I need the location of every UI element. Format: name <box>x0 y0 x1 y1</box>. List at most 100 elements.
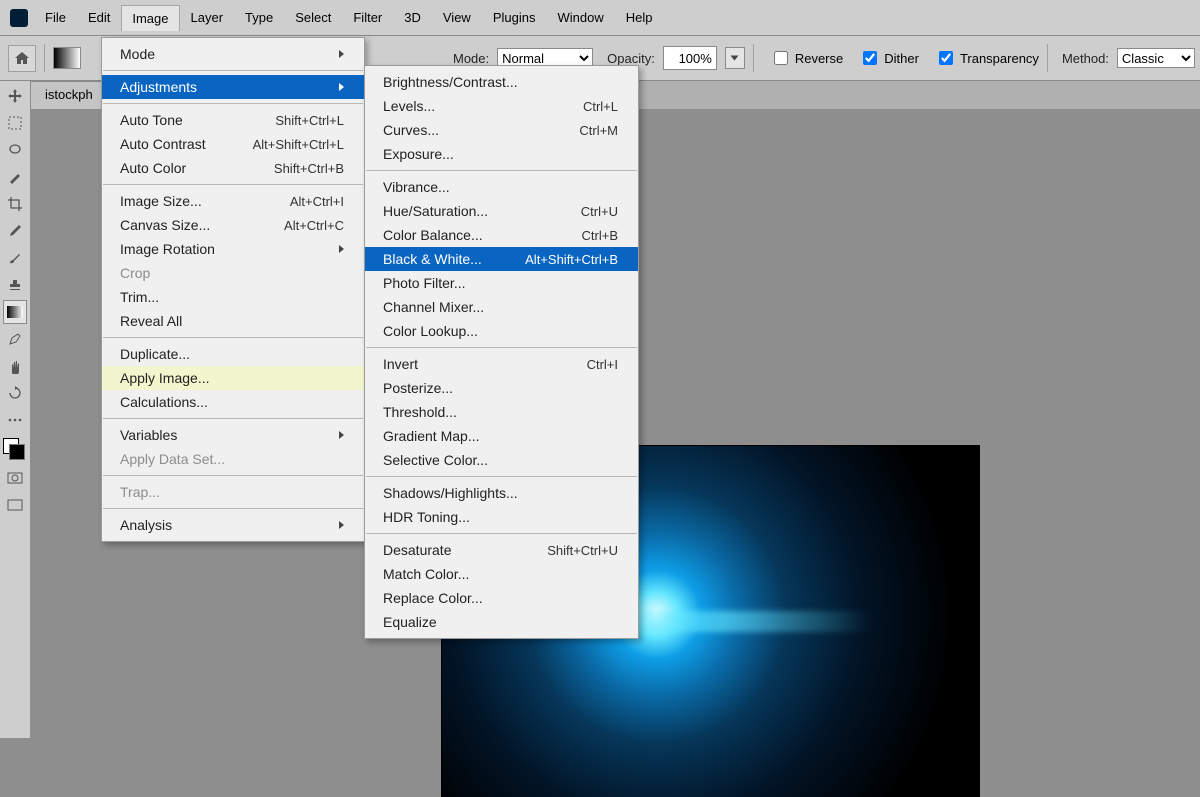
lasso-icon <box>7 142 23 158</box>
menu-image[interactable]: Image <box>121 5 179 31</box>
menuitem-auto-tone[interactable]: Auto ToneShift+Ctrl+L <box>102 108 364 132</box>
menuitem-adjustments[interactable]: Adjustments <box>102 75 364 99</box>
tool-hand[interactable] <box>3 354 27 378</box>
ellipsis-icon <box>7 416 23 424</box>
tool-move[interactable] <box>3 84 27 108</box>
tool-lasso[interactable] <box>3 138 27 162</box>
tool-wand[interactable] <box>3 165 27 189</box>
menuitem-gradient-map[interactable]: Gradient Map... <box>365 424 638 448</box>
tools-panel <box>0 81 31 738</box>
brush-icon <box>7 250 23 266</box>
menuitem-replace-color[interactable]: Replace Color... <box>365 586 638 610</box>
menuitem-exposure[interactable]: Exposure... <box>365 142 638 166</box>
reverse-checkbox[interactable]: Reverse <box>770 48 843 68</box>
submenu-arrow-icon <box>339 50 344 58</box>
home-button[interactable] <box>8 45 36 72</box>
tool-stamp[interactable] <box>3 273 27 297</box>
menuitem-auto-color[interactable]: Auto ColorShift+Ctrl+B <box>102 156 364 180</box>
menu-filter[interactable]: Filter <box>342 4 393 31</box>
menuitem-curves[interactable]: Curves...Ctrl+M <box>365 118 638 142</box>
submenu-arrow-icon <box>339 245 344 253</box>
mode-label: Mode: <box>453 51 489 66</box>
menuitem-match-color[interactable]: Match Color... <box>365 562 638 586</box>
menu-view[interactable]: View <box>432 4 482 31</box>
move-icon <box>7 88 23 104</box>
tool-marquee[interactable] <box>3 111 27 135</box>
gradient-preview[interactable] <box>53 47 81 69</box>
menuitem-analysis[interactable]: Analysis <box>102 513 364 537</box>
menuitem-hue-saturation[interactable]: Hue/Saturation...Ctrl+U <box>365 199 638 223</box>
wand-icon <box>7 169 23 185</box>
menu-file[interactable]: File <box>34 4 77 31</box>
menu-help[interactable]: Help <box>615 4 664 31</box>
menu-3d[interactable]: 3D <box>393 4 432 31</box>
menuitem-color-balance[interactable]: Color Balance...Ctrl+B <box>365 223 638 247</box>
menuitem-hdr-toning[interactable]: HDR Toning... <box>365 505 638 529</box>
menuitem-reveal-all[interactable]: Reveal All <box>102 309 364 333</box>
app-logo-icon <box>10 9 28 27</box>
quickmask-button[interactable] <box>3 466 27 490</box>
background-color[interactable] <box>9 444 25 460</box>
method-label: Method: <box>1062 51 1109 66</box>
menuitem-vibrance[interactable]: Vibrance... <box>365 175 638 199</box>
menuitem-crop: Crop <box>102 261 364 285</box>
eyedropper-icon <box>7 223 23 239</box>
tool-eyedropper[interactable] <box>3 219 27 243</box>
tool-gradient[interactable] <box>3 300 27 324</box>
pen-icon <box>7 331 23 347</box>
submenu-arrow-icon <box>339 83 344 91</box>
menu-select[interactable]: Select <box>284 4 342 31</box>
menuitem-desaturate[interactable]: DesaturateShift+Ctrl+U <box>365 538 638 562</box>
menuitem-image-size[interactable]: Image Size...Alt+Ctrl+I <box>102 189 364 213</box>
separator <box>44 44 45 72</box>
screenmode-button[interactable] <box>3 493 27 517</box>
menuitem-apply-image[interactable]: Apply Image... <box>102 366 364 390</box>
menuitem-color-lookup[interactable]: Color Lookup... <box>365 319 638 343</box>
menuitem-shadows-highlights[interactable]: Shadows/Highlights... <box>365 481 638 505</box>
menuitem-calculations[interactable]: Calculations... <box>102 390 364 414</box>
menuitem-image-rotation[interactable]: Image Rotation <box>102 237 364 261</box>
tool-rotate[interactable] <box>3 381 27 405</box>
stamp-icon <box>7 277 23 293</box>
tool-more[interactable] <box>3 408 27 432</box>
crop-icon <box>7 196 23 212</box>
menuitem-trim[interactable]: Trim... <box>102 285 364 309</box>
menu-edit[interactable]: Edit <box>77 4 121 31</box>
tool-brush[interactable] <box>3 246 27 270</box>
color-swatches[interactable] <box>3 438 25 460</box>
menuitem-levels[interactable]: Levels...Ctrl+L <box>365 94 638 118</box>
menu-layer[interactable]: Layer <box>180 4 235 31</box>
adjustments-submenu: Brightness/Contrast... Levels...Ctrl+L C… <box>364 65 639 639</box>
menuitem-duplicate[interactable]: Duplicate... <box>102 342 364 366</box>
menuitem-channel-mixer[interactable]: Channel Mixer... <box>365 295 638 319</box>
menuitem-brightness-contrast[interactable]: Brightness/Contrast... <box>365 70 638 94</box>
gradient-icon <box>7 306 23 318</box>
menuitem-threshold[interactable]: Threshold... <box>365 400 638 424</box>
menu-window[interactable]: Window <box>546 4 614 31</box>
menuitem-auto-contrast[interactable]: Auto ContrastAlt+Shift+Ctrl+L <box>102 132 364 156</box>
hand-icon <box>7 358 23 374</box>
tool-crop[interactable] <box>3 192 27 216</box>
menuitem-photo-filter[interactable]: Photo Filter... <box>365 271 638 295</box>
menuitem-posterize[interactable]: Posterize... <box>365 376 638 400</box>
home-icon <box>14 51 30 65</box>
menuitem-canvas-size[interactable]: Canvas Size...Alt+Ctrl+C <box>102 213 364 237</box>
submenu-arrow-icon <box>339 521 344 529</box>
menuitem-selective-color[interactable]: Selective Color... <box>365 448 638 472</box>
menuitem-mode[interactable]: Mode <box>102 42 364 66</box>
menuitem-invert[interactable]: InvertCtrl+I <box>365 352 638 376</box>
menu-plugins[interactable]: Plugins <box>482 4 547 31</box>
submenu-arrow-icon <box>339 431 344 439</box>
menuitem-black-white[interactable]: Black & White...Alt+Shift+Ctrl+B <box>365 247 638 271</box>
dither-checkbox[interactable]: Dither <box>859 48 919 68</box>
method-select[interactable]: Classic <box>1117 48 1195 68</box>
image-menu-dropdown: Mode Adjustments Auto ToneShift+Ctrl+L A… <box>101 37 365 542</box>
menu-type[interactable]: Type <box>234 4 284 31</box>
transparency-checkbox[interactable]: Transparency <box>935 48 1039 68</box>
opacity-input[interactable] <box>663 46 717 70</box>
tool-pen[interactable] <box>3 327 27 351</box>
separator <box>753 44 754 72</box>
menuitem-variables[interactable]: Variables <box>102 423 364 447</box>
opacity-dropdown-button[interactable] <box>725 47 745 69</box>
menuitem-equalize[interactable]: Equalize <box>365 610 638 634</box>
